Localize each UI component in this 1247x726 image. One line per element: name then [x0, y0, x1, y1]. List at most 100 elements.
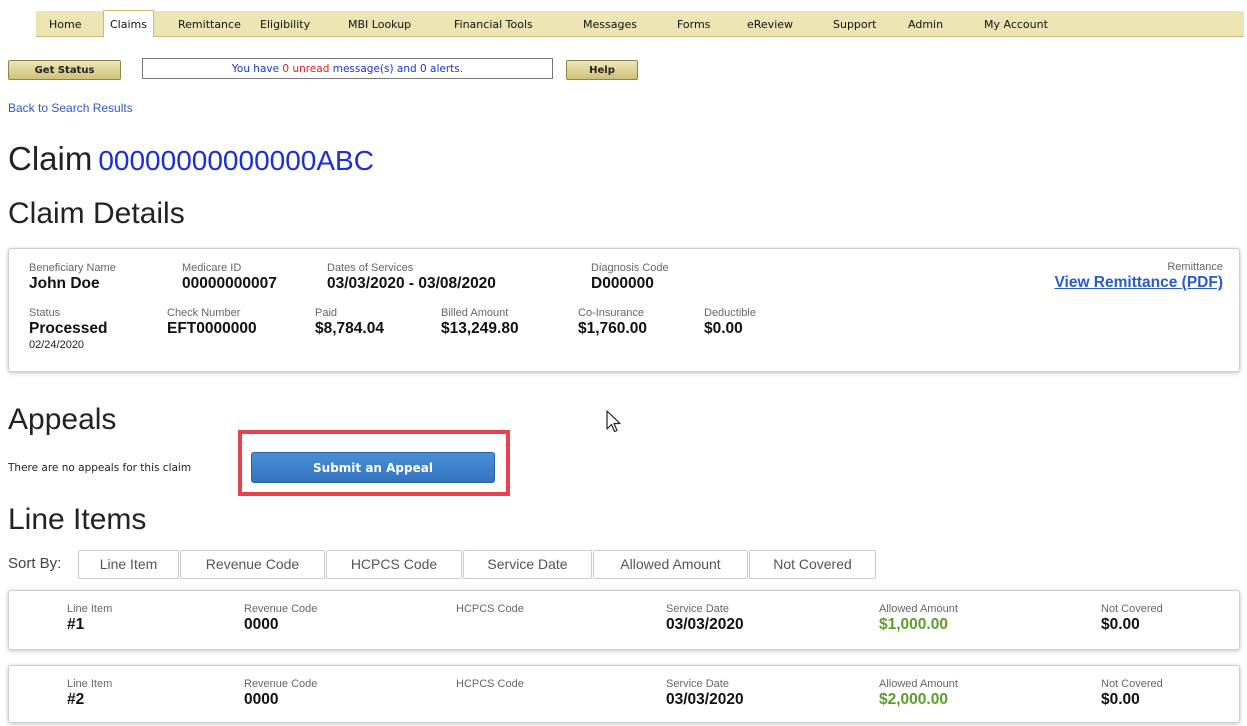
- revenue-code-field: Revenue Code 0000: [244, 678, 317, 709]
- billed-value: $13,249.80: [441, 320, 519, 337]
- allowed-amount-value: $1,000.00: [879, 616, 948, 633]
- nav-messages[interactable]: Messages: [583, 11, 637, 36]
- line-item-card: Line Item #1 Revenue Code 0000 HCPCS Cod…: [8, 590, 1240, 650]
- service-date-label: Service Date: [666, 603, 729, 615]
- nav-support[interactable]: Support: [833, 11, 876, 36]
- revenue-code-value: 0000: [244, 616, 279, 633]
- line-item-label: Line Item: [67, 678, 113, 690]
- remittance-label: Remittance: [1167, 261, 1223, 273]
- sort-service-date[interactable]: Service Date: [463, 550, 592, 579]
- line-item-value: #1: [67, 616, 85, 633]
- line-item-field: Line Item #2: [67, 678, 112, 709]
- co-insurance-field: Co-Insurance $1,760.00: [578, 307, 647, 338]
- back-to-search-link[interactable]: Back to Search Results: [8, 101, 133, 115]
- not-covered-value: $0.00: [1101, 691, 1140, 708]
- nav-ereview[interactable]: eReview: [747, 11, 793, 36]
- nav-claims[interactable]: Claims: [103, 10, 154, 38]
- service-date-value: 03/03/2020: [666, 691, 744, 708]
- revenue-code-value: 0000: [244, 691, 279, 708]
- check-number-value: EFT0000000: [167, 320, 257, 337]
- billed-label: Billed Amount: [441, 307, 509, 319]
- claim-details-heading: Claim Details: [8, 197, 185, 230]
- nav-forms[interactable]: Forms: [677, 11, 710, 36]
- allowed-amount-label: Allowed Amount: [879, 603, 958, 615]
- service-date-label: Service Date: [666, 678, 729, 690]
- submit-appeal-button[interactable]: Submit an Appeal: [251, 452, 495, 483]
- nav-home[interactable]: Home: [49, 11, 81, 36]
- revenue-code-label: Revenue Code: [244, 678, 318, 690]
- co-insurance-value: $1,760.00: [578, 320, 647, 337]
- status-value: Processed: [29, 320, 108, 337]
- no-appeals-text: There are no appeals for this claim: [8, 462, 192, 474]
- allowed-amount-field: Allowed Amount $1,000.00: [879, 603, 958, 634]
- sort-hcpcs-code[interactable]: HCPCS Code: [326, 550, 462, 579]
- not-covered-label: Not Covered: [1101, 603, 1163, 615]
- nav-admin[interactable]: Admin: [908, 11, 943, 36]
- medicare-id-field: Medicare ID 00000000007: [182, 262, 277, 293]
- appeals-heading: Appeals: [8, 403, 117, 436]
- nav-mbi-lookup[interactable]: MBI Lookup: [348, 11, 411, 36]
- paid-field: Paid $8,784.04: [315, 307, 384, 338]
- check-number-label: Check Number: [167, 307, 241, 319]
- unread-count: 0 unread: [282, 63, 330, 75]
- sort-not-covered[interactable]: Not Covered: [749, 550, 876, 579]
- claim-title-prefix: Claim: [8, 140, 93, 177]
- dates-of-service-field: Dates of Services 03/03/2020 - 03/08/202…: [327, 262, 496, 293]
- nav-financial-tools[interactable]: Financial Tools: [454, 11, 533, 36]
- line-item-field: Line Item #1: [67, 603, 112, 634]
- deductible-value: $0.00: [704, 320, 743, 337]
- message-suffix: message(s) and 0 alerts.: [329, 63, 464, 75]
- nav-eligibility[interactable]: Eligibility: [260, 11, 310, 36]
- page-title: Claim 00000000000000ABC: [8, 140, 374, 178]
- status-date: 02/24/2020: [29, 339, 85, 351]
- sort-revenue-code[interactable]: Revenue Code: [180, 550, 325, 579]
- line-items-heading: Line Items: [8, 503, 147, 536]
- service-date-field: Service Date 03/03/2020: [666, 603, 744, 634]
- nav-remittance[interactable]: Remittance: [178, 11, 241, 36]
- diagnosis-label: Diagnosis Code: [591, 262, 669, 274]
- claim-details-card: Beneficiary Name John Doe Medicare ID 00…: [8, 248, 1240, 372]
- help-button[interactable]: Help: [566, 60, 638, 80]
- paid-label: Paid: [315, 307, 338, 319]
- diagnosis-code-field: Diagnosis Code D000000: [591, 262, 669, 293]
- service-date-value: 03/03/2020: [666, 616, 744, 633]
- sort-line-item[interactable]: Line Item: [78, 550, 179, 579]
- deductible-field: Deductible $0.00: [704, 307, 756, 338]
- claim-number: 00000000000000ABC: [98, 145, 374, 176]
- hcpcs-code-field: HCPCS Code: [456, 678, 524, 690]
- hcpcs-code-label: HCPCS Code: [456, 678, 524, 690]
- nav-my-account[interactable]: My Account: [984, 11, 1048, 36]
- hcpcs-code-field: HCPCS Code: [456, 603, 524, 615]
- not-covered-value: $0.00: [1101, 616, 1140, 633]
- status-label: Status: [29, 307, 61, 319]
- mouse-cursor-icon: [606, 410, 621, 433]
- paid-value: $8,784.04: [315, 320, 384, 337]
- line-item-label: Line Item: [67, 603, 113, 615]
- beneficiary-value: John Doe: [29, 275, 100, 292]
- co-insurance-label: Co-Insurance: [578, 307, 645, 319]
- remittance-field: Remittance View Remittance (PDF): [1054, 261, 1223, 292]
- diagnosis-value: D000000: [591, 275, 654, 292]
- view-remittance-link[interactable]: View Remittance (PDF): [1054, 274, 1223, 291]
- deductible-label: Deductible: [704, 307, 756, 319]
- sort-by-label: Sort By:: [8, 555, 62, 572]
- revenue-code-field: Revenue Code 0000: [244, 603, 317, 634]
- beneficiary-field: Beneficiary Name John Doe: [29, 262, 116, 293]
- medicare-id-label: Medicare ID: [182, 262, 242, 274]
- not-covered-field: Not Covered $0.00: [1101, 678, 1163, 709]
- sort-allowed-amount[interactable]: Allowed Amount: [593, 550, 748, 579]
- revenue-code-label: Revenue Code: [244, 603, 318, 615]
- allowed-amount-field: Allowed Amount $2,000.00: [879, 678, 958, 709]
- not-covered-field: Not Covered $0.00: [1101, 603, 1163, 634]
- billed-amount-field: Billed Amount $13,249.80: [441, 307, 519, 338]
- message-alert-box[interactable]: You have 0 unread message(s) and 0 alert…: [142, 58, 553, 79]
- dates-value: 03/03/2020 - 03/08/2020: [327, 275, 496, 292]
- line-item-value: #2: [67, 691, 85, 708]
- service-date-field: Service Date 03/03/2020: [666, 678, 744, 709]
- get-status-button[interactable]: Get Status: [8, 60, 121, 80]
- main-nav: Home Claims Remittance Eligibility MBI L…: [36, 10, 1244, 38]
- medicare-id-value: 00000000007: [182, 275, 277, 292]
- check-number-field: Check Number EFT0000000: [167, 307, 257, 338]
- beneficiary-label: Beneficiary Name: [29, 262, 116, 274]
- dates-label: Dates of Services: [327, 262, 414, 274]
